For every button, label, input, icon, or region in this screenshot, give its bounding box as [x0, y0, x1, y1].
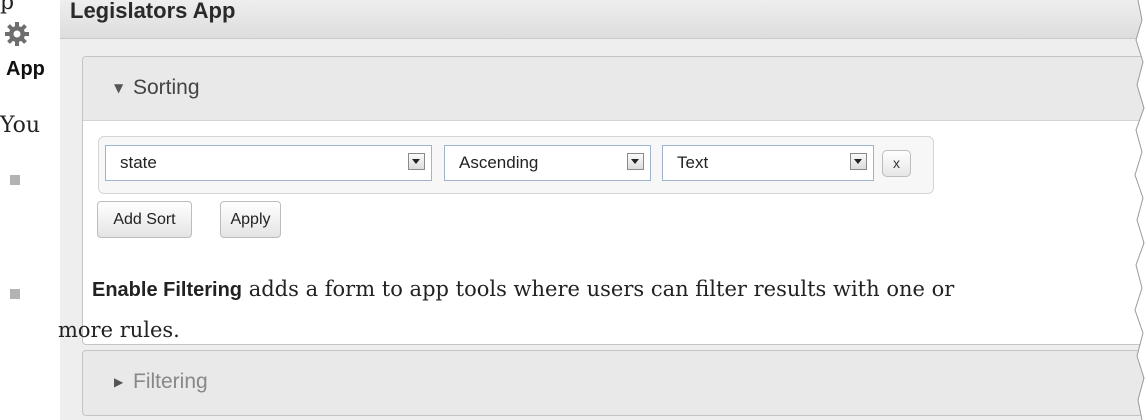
app-window: Legislators App ▼ Sorting state Ascendin… [60, 0, 1148, 420]
accordion-label-filtering: Filtering [133, 370, 208, 393]
doc-filtering-description: adds a form to app tools where users can… [242, 277, 955, 301]
dropdown-arrow-icon[interactable] [627, 153, 644, 170]
sort-direction-select[interactable]: Ascending [444, 145, 651, 181]
gear-icon [4, 21, 30, 47]
sort-direction-value: Ascending [459, 153, 539, 172]
sort-rule-row: state Ascending Text x [98, 136, 934, 194]
app-label: App [6, 58, 45, 80]
dropdown-arrow-icon[interactable] [850, 153, 867, 170]
accordion-header-filtering[interactable]: ▶ Filtering [82, 350, 1144, 416]
sort-field-select[interactable]: state [105, 145, 432, 181]
window-titlebar: Legislators App [60, 0, 1148, 39]
list-bullet [10, 175, 20, 185]
window-title: Legislators App [70, 0, 236, 23]
sort-type-value: Text [677, 153, 709, 172]
dropdown-arrow-icon[interactable] [408, 153, 425, 170]
add-sort-button[interactable]: Add Sort [97, 201, 192, 238]
triangle-down-icon: ▼ [114, 81, 124, 95]
doc-filtering-text: Enable Filtering adds a form to app tool… [92, 277, 954, 302]
sort-field-value: state [120, 153, 157, 172]
accordion-header-sorting[interactable]: ▼ Sorting [83, 57, 1143, 121]
list-bullet [10, 289, 20, 299]
sort-type-select[interactable]: Text [662, 145, 874, 181]
accordion-label-sorting: Sorting [133, 76, 200, 99]
doc-filtering-term: Enable Filtering [92, 279, 243, 301]
doc-text-fragment: p [0, 0, 15, 15]
triangle-right-icon: ▶ [114, 375, 124, 389]
doc-text-you: You [0, 113, 41, 138]
doc-filtering-text-continued: more rules. [58, 318, 180, 342]
apply-button[interactable]: Apply [220, 201, 281, 238]
remove-sort-button[interactable]: x [882, 150, 911, 177]
torn-edge [1134, 0, 1148, 420]
